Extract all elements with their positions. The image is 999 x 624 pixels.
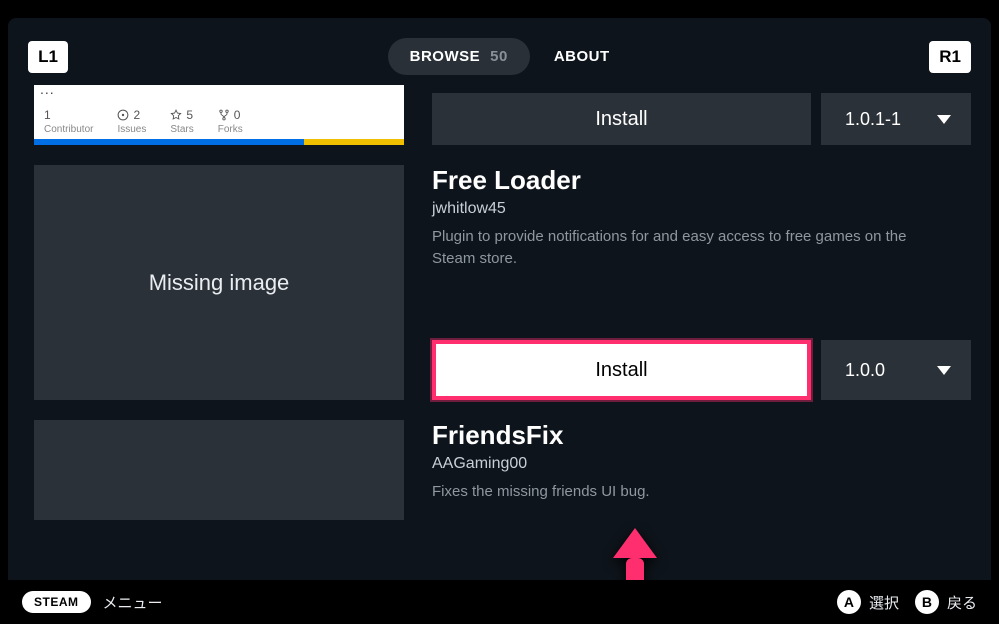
- b-button-label: 戻る: [947, 592, 977, 613]
- plugin-description: Plugin to provide notifications for and …: [432, 226, 942, 270]
- plugin-description: Fixes the missing friends UI bug.: [432, 481, 942, 503]
- version-dropdown[interactable]: 1.0.1-1: [821, 93, 971, 145]
- steam-button[interactable]: STEAM: [22, 591, 91, 613]
- tab-browse[interactable]: BROWSE 50: [388, 38, 530, 75]
- install-button[interactable]: Install: [432, 93, 811, 145]
- bumper-right[interactable]: R1: [929, 41, 971, 73]
- b-button-hint: B 戻る: [915, 590, 977, 614]
- plugin-title: FriendsFix: [432, 420, 971, 451]
- b-button-icon: B: [915, 590, 939, 614]
- issues-icon: [117, 109, 129, 121]
- issues-label: Issues: [117, 124, 146, 135]
- stars-label: Stars: [170, 124, 193, 135]
- bumper-left[interactable]: L1: [28, 41, 68, 73]
- plugin-thumbnail[interactable]: ... 1 Contributor 2 Issues: [34, 85, 404, 145]
- a-button-hint: A 選択: [837, 590, 899, 614]
- plugin-title: Free Loader: [432, 165, 971, 196]
- top-bar: L1 BROWSE 50 ABOUT R1: [8, 18, 991, 85]
- bottom-bar: STEAM メニュー A 選択 B 戻る: [0, 580, 999, 624]
- plugin-author: AAGaming00: [432, 455, 971, 473]
- chevron-down-icon: [937, 115, 951, 124]
- fork-icon: [218, 109, 230, 121]
- plugin-row: Missing image Free Loader jwhitlow45 Plu…: [34, 165, 971, 400]
- tab-browse-count: 50: [490, 48, 508, 65]
- star-icon: [170, 109, 182, 121]
- install-button[interactable]: Install: [432, 340, 811, 400]
- contrib-label: Contributor: [44, 124, 93, 135]
- plugin-row: FriendsFix AAGaming00 Fixes the missing …: [34, 420, 971, 520]
- plugin-author: jwhitlow45: [432, 200, 971, 218]
- forks-count: 0: [234, 108, 241, 122]
- tab-browse-label: BROWSE: [410, 48, 481, 65]
- tab-row: BROWSE 50 ABOUT: [388, 38, 610, 75]
- stars-count: 5: [186, 108, 193, 122]
- plugin-thumbnail[interactable]: [34, 420, 404, 520]
- a-button-label: 選択: [869, 592, 899, 613]
- version-value: 1.0.0: [845, 360, 885, 381]
- version-dropdown[interactable]: 1.0.0: [821, 340, 971, 400]
- menu-label: メニュー: [103, 592, 163, 613]
- plugin-thumbnail-missing[interactable]: Missing image: [34, 165, 404, 400]
- ellipsis-icon: ...: [40, 85, 55, 97]
- contrib-count: 1: [44, 108, 51, 122]
- plugin-list: ... 1 Contributor 2 Issues: [8, 85, 991, 620]
- issues-count: 2: [133, 108, 140, 122]
- chevron-down-icon: [937, 366, 951, 375]
- plugin-row: ... 1 Contributor 2 Issues: [34, 85, 971, 145]
- tab-about[interactable]: ABOUT: [554, 48, 610, 65]
- forks-label: Forks: [218, 124, 243, 135]
- version-value: 1.0.1-1: [845, 109, 901, 130]
- a-button-icon: A: [837, 590, 861, 614]
